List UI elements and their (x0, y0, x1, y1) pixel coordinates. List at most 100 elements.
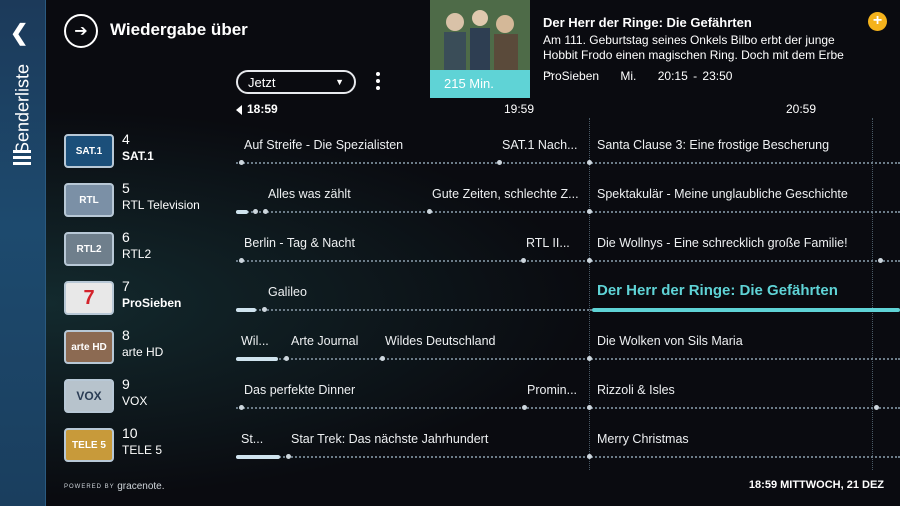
thumbnail-image (430, 0, 530, 72)
program-time: 20:15 - 23:50 (657, 69, 733, 83)
time-mark-2: 20:59 (786, 102, 817, 116)
channel-number: 5 (122, 180, 130, 196)
channel-logo: VOX (64, 379, 114, 413)
program-marker (284, 356, 289, 361)
program-cell[interactable]: Spektakulär - Meine unglaubliche Geschic… (597, 187, 848, 201)
program-marker (262, 307, 267, 312)
program-cell[interactable]: Wil... (241, 334, 269, 348)
more-options-icon[interactable] (375, 72, 381, 92)
timeline-track (236, 211, 900, 213)
arrow-left-icon (236, 105, 242, 115)
program-marker (427, 209, 432, 214)
program-marker (380, 356, 385, 361)
channel-row[interactable]: TELE 5 10 TELE 5 St... Star Trek: Das nä… (46, 424, 900, 473)
channel-row[interactable]: 7 7 ProSieben Galileo Der Herr der Ringe… (46, 277, 900, 326)
time-current: 18:59 (247, 102, 278, 116)
timebar: 18:59 19:59 20:59 (236, 102, 900, 118)
channel-number: 8 (122, 327, 130, 343)
program-cell[interactable]: Galileo (268, 285, 307, 299)
program-marker (239, 160, 244, 165)
program-day: Mi. (620, 69, 637, 83)
program-cell[interactable]: Berlin - Tag & Nacht (244, 236, 355, 250)
channel-name: VOX (122, 394, 148, 408)
program-marker (521, 258, 526, 263)
program-cell[interactable]: St... (241, 432, 263, 446)
timeline-track (236, 358, 900, 360)
channel-row[interactable]: RTL 5 RTL Television Alles was zählt Gut… (46, 179, 900, 228)
channel-row[interactable]: VOX 9 VOX Das perfekte Dinner Promin... … (46, 375, 900, 424)
sidebar: ❮ Senderliste (0, 0, 46, 506)
timeline-track (236, 309, 592, 311)
channel-name: ProSieben (122, 296, 182, 310)
progress-bar-highlight (592, 308, 900, 312)
menu-icon[interactable] (13, 150, 31, 168)
time-dropdown[interactable]: Jetzt ▼ (236, 70, 356, 94)
program-cell[interactable]: Die Wollnys - Eine schrecklich große Fam… (597, 236, 848, 250)
caret-down-icon: ▼ (335, 77, 344, 87)
channel-number: 7 (122, 278, 130, 294)
program-marker (587, 258, 592, 263)
timeline-track (236, 162, 900, 164)
powered-by: POWERED BY gracenote. (64, 481, 165, 492)
program-cell[interactable]: Das perfekte Dinner (244, 383, 355, 397)
program-cell[interactable]: Promin... (527, 383, 577, 397)
program-cell[interactable]: Gute Zeiten, schlechte Z... (432, 187, 579, 201)
chevron-left-icon[interactable]: ❮ (10, 20, 28, 46)
time-mark-1: 19:59 (504, 102, 535, 116)
program-marker (874, 405, 879, 410)
program-marker (587, 405, 592, 410)
program-thumbnail: 215 Min. (430, 0, 530, 98)
channel-logo: TELE 5 (64, 428, 114, 462)
channel-logo: arte HD (64, 330, 114, 364)
channel-row[interactable]: RTL2 6 RTL2 Berlin - Tag & Nacht RTL II.… (46, 228, 900, 277)
page-title: Wiedergabe über (110, 20, 248, 39)
program-cell[interactable]: Die Wolken von Sils Maria (597, 334, 743, 348)
program-cell[interactable]: Rizzoli & Isles (597, 383, 675, 397)
channel-name: RTL2 (122, 247, 152, 261)
channel-name: arte HD (122, 345, 164, 359)
channel-name: TELE 5 (122, 443, 163, 457)
program-marker (239, 405, 244, 410)
plus-icon[interactable]: + (868, 12, 887, 31)
dropdown-value: Jetzt (248, 74, 276, 90)
clock: 18:59 MITTWOCH, 21 DEZ (748, 479, 884, 491)
program-cell[interactable]: SAT.1 Nach... (502, 138, 578, 152)
program-cell[interactable]: Auf Streife - Die Spezialisten (244, 138, 403, 152)
duration-badge: 215 Min. (430, 70, 530, 98)
channel-logo: 7 (64, 281, 114, 315)
program-title: Der Herr der Ringe: Die Gefährten (543, 15, 752, 30)
powered-label: POWERED BY (64, 484, 115, 491)
sidebar-label[interactable]: Senderliste (5, 54, 41, 164)
progress-bar (236, 308, 256, 312)
channel-logo: RTL2 (64, 232, 114, 266)
program-marker (286, 454, 291, 459)
program-cell[interactable]: Alles was zählt (268, 187, 351, 201)
channel-number: 6 (122, 229, 130, 245)
channel-name: SAT.1 (122, 149, 154, 163)
channel-logo: RTL (64, 183, 114, 217)
program-marker (263, 209, 268, 214)
program-marker (587, 356, 592, 361)
timeline-track (236, 407, 900, 409)
timeline-track (236, 260, 900, 262)
program-cell[interactable]: Star Trek: Das nächste Jahrhundert (291, 432, 488, 446)
channel-row[interactable]: SAT.1 4 SAT.1 Auf Streife - Die Speziali… (46, 130, 900, 179)
channel-logo: SAT.1 (64, 134, 114, 168)
program-marker (587, 160, 592, 165)
program-cell[interactable]: Santa Clause 3: Eine frostige Bescherung (597, 138, 829, 152)
program-meta: ProSieben Mi. 20:15 - 23:50 (543, 69, 732, 83)
channel-number: 9 (122, 376, 130, 392)
program-cell-highlight[interactable]: Der Herr der Ringe: Die Gefährten (597, 282, 838, 299)
channel-number: 4 (122, 131, 130, 147)
program-cell[interactable]: RTL II... (526, 236, 570, 250)
channel-number: 10 (122, 425, 138, 441)
program-cell[interactable]: Wildes Deutschland (385, 334, 495, 348)
channel-row[interactable]: arte HD 8 arte HD Wil... Arte Journal Wi… (46, 326, 900, 375)
cast-icon[interactable]: ➔ (64, 14, 98, 48)
program-cell[interactable]: Arte Journal (291, 334, 358, 348)
program-marker (497, 160, 502, 165)
program-cell[interactable]: Merry Christmas (597, 432, 689, 446)
program-marker (239, 258, 244, 263)
progress-bar (236, 455, 280, 459)
program-marker (587, 209, 592, 214)
